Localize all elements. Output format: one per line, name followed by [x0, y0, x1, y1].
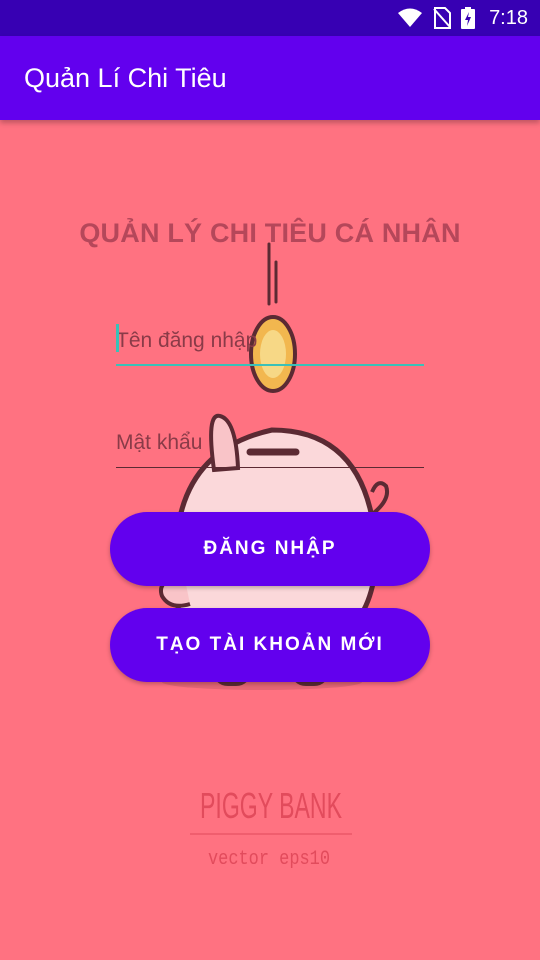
- login-button[interactable]: ĐĂNG NHẬP: [110, 512, 430, 586]
- password-input[interactable]: [116, 420, 424, 466]
- battery-charging-icon: [461, 7, 476, 29]
- app-bar: Quản Lí Chi Tiêu: [0, 36, 540, 120]
- username-underline: [116, 364, 424, 366]
- username-input[interactable]: [116, 318, 424, 364]
- status-icons: 7:18: [397, 0, 528, 36]
- status-bar: 7:18: [0, 0, 540, 36]
- username-field[interactable]: [116, 318, 424, 366]
- status-time: 7:18: [489, 6, 528, 29]
- no-sim-icon: [433, 7, 452, 29]
- wifi-icon: [398, 8, 423, 27]
- login-form: QUẢN LÝ CHI TIÊU CÁ NHÂN ĐĂNG NHẬP TẠO T…: [0, 120, 540, 960]
- password-underline: [116, 467, 424, 468]
- app-title: Quản Lí Chi Tiêu: [24, 63, 227, 93]
- text-cursor: [116, 324, 119, 352]
- create-account-button[interactable]: TẠO TÀI KHOẢN MỚI: [110, 608, 430, 682]
- password-field[interactable]: [116, 420, 424, 468]
- page-heading: QUẢN LÝ CHI TIÊU CÁ NHÂN: [79, 218, 461, 248]
